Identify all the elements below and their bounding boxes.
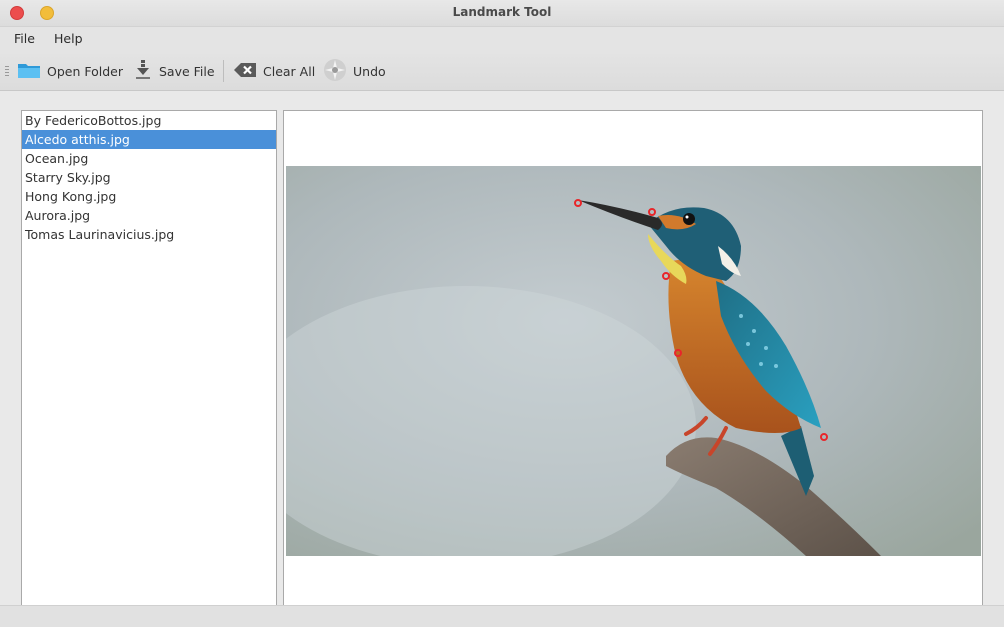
- menu-help[interactable]: Help: [54, 31, 83, 46]
- open-folder-label: Open Folder: [47, 63, 123, 79]
- image-viewer[interactable]: [283, 110, 983, 606]
- file-list[interactable]: By FedericoBottos.jpg Alcedo atthis.jpg …: [21, 110, 277, 606]
- undo-icon: [323, 58, 347, 85]
- save-file-label: Save File: [159, 63, 215, 79]
- undo-label: Undo: [353, 63, 386, 79]
- file-list-item[interactable]: By FedericoBottos.jpg: [22, 111, 276, 130]
- open-folder-button[interactable]: Open Folder: [17, 59, 123, 83]
- download-icon: [133, 59, 153, 84]
- clear-all-label: Clear All: [263, 63, 316, 79]
- menu-bar: File Help: [0, 27, 1004, 51]
- bird-eye: [683, 213, 695, 225]
- file-list-item[interactable]: Ocean.jpg: [22, 149, 276, 168]
- title-bar: Landmark Tool: [0, 0, 1004, 27]
- kingfisher-photo[interactable]: [286, 166, 981, 556]
- bird-eye-highlight: [685, 215, 689, 219]
- file-list-item[interactable]: Tomas Laurinavicius.jpg: [22, 225, 276, 244]
- undo-button[interactable]: Undo: [323, 58, 386, 85]
- file-list-item[interactable]: Hong Kong.jpg: [22, 187, 276, 206]
- file-list-item-selected[interactable]: Alcedo atthis.jpg: [22, 130, 276, 149]
- menu-file[interactable]: File: [14, 31, 35, 46]
- window-title: Landmark Tool: [452, 5, 552, 19]
- toolbar-grip[interactable]: [5, 66, 9, 76]
- file-list-item[interactable]: Starry Sky.jpg: [22, 168, 276, 187]
- status-bar: [0, 605, 1004, 627]
- toolbar-separator: [223, 60, 224, 82]
- save-file-button[interactable]: Save File: [133, 59, 215, 83]
- folder-icon: [17, 60, 41, 83]
- clear-icon: [233, 61, 257, 82]
- clear-all-button[interactable]: Clear All: [233, 59, 315, 83]
- file-list-item[interactable]: Aurora.jpg: [22, 206, 276, 225]
- toolbar: Open Folder Save File Clear All Undo: [0, 51, 1004, 91]
